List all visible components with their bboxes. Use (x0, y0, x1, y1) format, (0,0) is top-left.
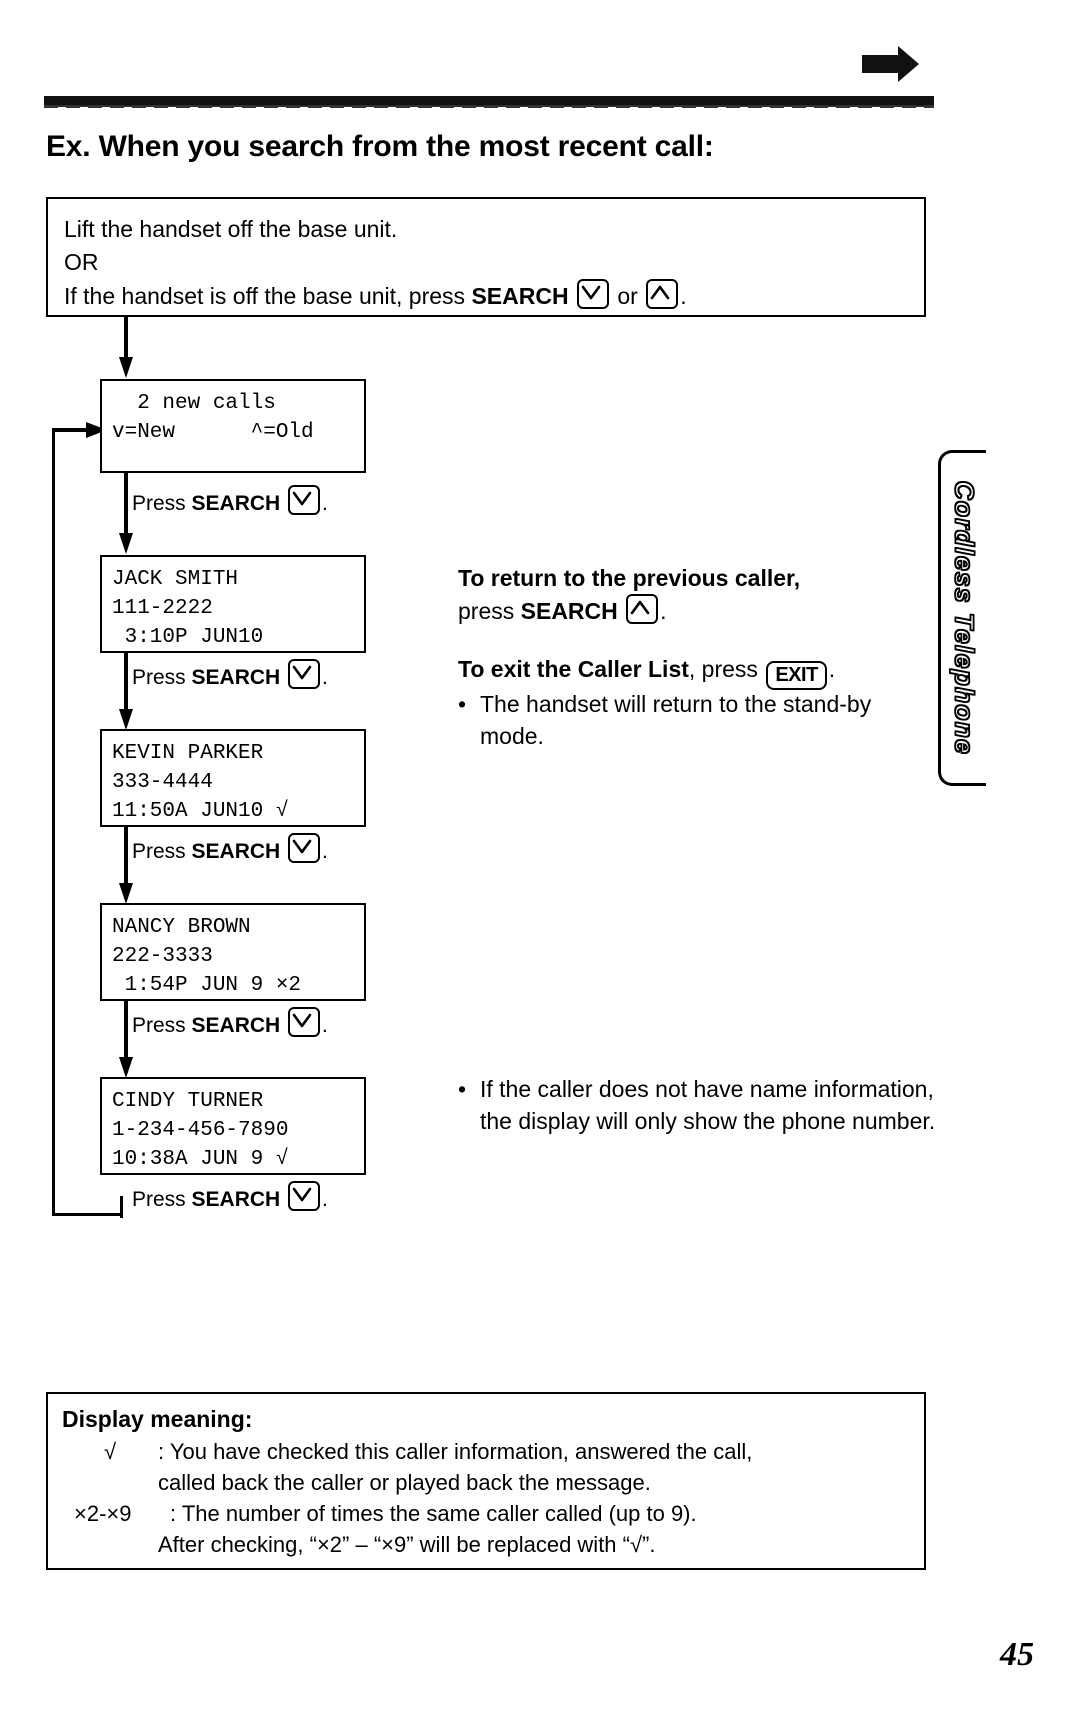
page-title: Ex. When you search from the most recent… (46, 130, 714, 163)
lcd-line-2: 1-234-456-7890 (112, 1119, 289, 1142)
press-search-step-3: Press SEARCH . (132, 833, 328, 864)
intro-line-3: If the handset is off the base unit, pre… (64, 279, 924, 313)
lcd-line-1: 2 new calls (112, 392, 276, 415)
note-exit-rest: , press (688, 656, 765, 682)
search-up-key-icon[interactable] (646, 279, 679, 309)
intro-search-label: SEARCH (471, 283, 569, 309)
search-down-key-icon[interactable] (288, 1007, 321, 1037)
press-search-label: SEARCH (191, 492, 281, 515)
meaning-text: : You have checked this caller informati… (158, 1439, 753, 1464)
exit-key-icon[interactable]: EXIT (766, 661, 827, 690)
search-up-key-icon[interactable] (626, 594, 659, 624)
press-search-step-1: Press SEARCH . (132, 485, 328, 516)
lcd-line-2: 333-4444 (112, 771, 213, 794)
lcd-line-1: JACK SMITH (112, 568, 239, 591)
flow-arrow-down (118, 1001, 134, 1079)
press-suffix: . (322, 492, 328, 515)
press-search-label: SEARCH (191, 1188, 281, 1211)
meaning-row: √ : You have checked this caller informa… (62, 1436, 924, 1467)
flow-loop-tail (120, 1196, 123, 1218)
press-prefix: Press (132, 1014, 192, 1037)
search-down-key-icon[interactable] (288, 485, 321, 515)
lcd-screen-caller-nancy-brown: NANCY BROWN 222-3333 1:54P JUN 9 ×2 (100, 903, 366, 1001)
intro-line-1: Lift the handset off the base unit. (64, 216, 398, 242)
search-down-key-icon[interactable] (288, 1181, 321, 1211)
lcd-line-3: 3:10P JUN10 (112, 626, 264, 649)
lcd-line-2: v=New ^=Old (112, 421, 314, 444)
flow-arrow-down (118, 473, 134, 555)
intro-line-3-mid: or (610, 283, 645, 309)
intro-line-3-pre: If the handset is off the base unit, pre… (64, 283, 472, 309)
flow-arrow-down (118, 317, 134, 379)
lcd-screen-new-calls-summary: 2 new calls v=New ^=Old (100, 379, 366, 473)
press-search-step-4: Press SEARCH . (132, 1007, 328, 1038)
note-exit-period: . (828, 656, 836, 682)
intro-line-2: OR (64, 249, 99, 275)
lcd-line-3: 11:50A JUN10 √ (112, 800, 289, 823)
note-no-name-bullet: • If the caller does not have name infor… (458, 1073, 938, 1137)
lcd-screen-caller-kevin-parker: KEVIN PARKER 333-4444 11:50A JUN10 √ (100, 729, 366, 827)
meaning-text: : The number of times the same caller ca… (170, 1501, 697, 1526)
press-search-label: SEARCH (191, 1014, 281, 1037)
search-down-key-icon[interactable] (288, 659, 321, 689)
lcd-line-1: CINDY TURNER (112, 1090, 264, 1113)
press-prefix: Press (132, 1188, 192, 1211)
press-prefix: Press (132, 840, 192, 863)
lcd-screen-caller-cindy-turner: CINDY TURNER 1-234-456-7890 10:38A JUN 9… (100, 1077, 366, 1175)
display-meaning-box: Display meaning: √ : You have checked th… (46, 1392, 926, 1570)
note-return-search: SEARCH (520, 598, 618, 624)
lcd-screen-caller-jack-smith: JACK SMITH 111-2222 3:10P JUN10 (100, 555, 366, 653)
press-suffix: . (322, 840, 328, 863)
note-exit-caller-list: To exit the Caller List, press EXIT. (458, 653, 938, 690)
flow-arrow-down (118, 827, 134, 905)
lcd-line-1: KEVIN PARKER (112, 742, 264, 765)
lcd-line-2: 222-3333 (112, 945, 213, 968)
note-standby-bullet: • The handset will return to the stand-b… (458, 688, 928, 752)
intro-instruction-box: Lift the handset off the base unit. OR I… (46, 197, 926, 317)
bullet-dot-icon: • (458, 1076, 467, 1102)
search-down-key-icon[interactable] (576, 279, 609, 309)
meaning-symbol: √ (103, 1439, 117, 1464)
meaning-row: ×2-×9 : The number of times the same cal… (62, 1498, 924, 1529)
note-return-post: . (660, 598, 667, 624)
flow-arrow-down (118, 653, 134, 731)
meaning-text-continued: called back the caller or played back th… (158, 1470, 651, 1495)
press-search-step-5: Press SEARCH . (132, 1181, 328, 1212)
side-tab-label: Cordless Telephone (948, 480, 980, 756)
note-return-pre: press (458, 598, 521, 624)
arrow-right-icon (862, 44, 920, 84)
press-prefix: Press (132, 666, 192, 689)
lcd-line-1: NANCY BROWN (112, 916, 251, 939)
press-search-label: SEARCH (191, 840, 281, 863)
meaning-symbol: ×2-×9 (74, 1501, 132, 1526)
press-search-step-2: Press SEARCH . (132, 659, 328, 690)
press-suffix: . (322, 666, 328, 689)
lcd-line-3: 10:38A JUN 9 √ (112, 1148, 289, 1171)
press-suffix: . (322, 1014, 328, 1037)
lcd-line-3: 1:54P JUN 9 ×2 (112, 974, 302, 997)
press-search-label: SEARCH (191, 666, 281, 689)
header-rule (44, 96, 934, 108)
display-meaning-title: Display meaning: (62, 1406, 253, 1432)
page-number: 45 (1000, 1636, 1034, 1673)
press-prefix: Press (132, 492, 192, 515)
intro-line-3-end: . (680, 283, 687, 309)
note-exit-bold: To exit the Caller List (458, 656, 689, 682)
bullet-dot-icon: • (458, 691, 467, 717)
note-standby-text: The handset will return to the stand-by … (480, 691, 872, 749)
lcd-line-2: 111-2222 (112, 597, 213, 620)
side-tab: Cordless Telephone (938, 450, 986, 786)
note-no-name-text: If the caller does not have name informa… (480, 1076, 936, 1134)
meaning-text-continued: After checking, “×2” – “×9” will be repl… (158, 1532, 656, 1557)
note-return-bold: To return to the previous caller, (458, 565, 801, 591)
press-suffix: . (322, 1188, 328, 1211)
note-return-previous-caller: To return to the previous caller, press … (458, 562, 928, 627)
search-down-key-icon[interactable] (288, 833, 321, 863)
